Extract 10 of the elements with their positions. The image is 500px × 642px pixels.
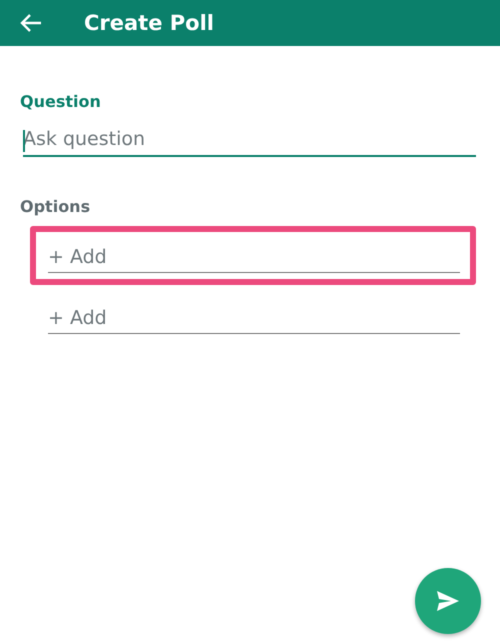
question-field[interactable]: Ask question <box>23 125 476 157</box>
send-button[interactable] <box>415 568 481 634</box>
back-icon[interactable] <box>20 14 42 32</box>
question-label: Question <box>20 92 101 111</box>
send-icon <box>436 590 460 612</box>
options-label: Options <box>20 197 90 216</box>
screen-title: Create Poll <box>84 11 214 35</box>
option-field[interactable]: + Add <box>48 305 460 334</box>
text-cursor <box>23 130 25 152</box>
option-field[interactable]: + Add <box>48 244 460 273</box>
